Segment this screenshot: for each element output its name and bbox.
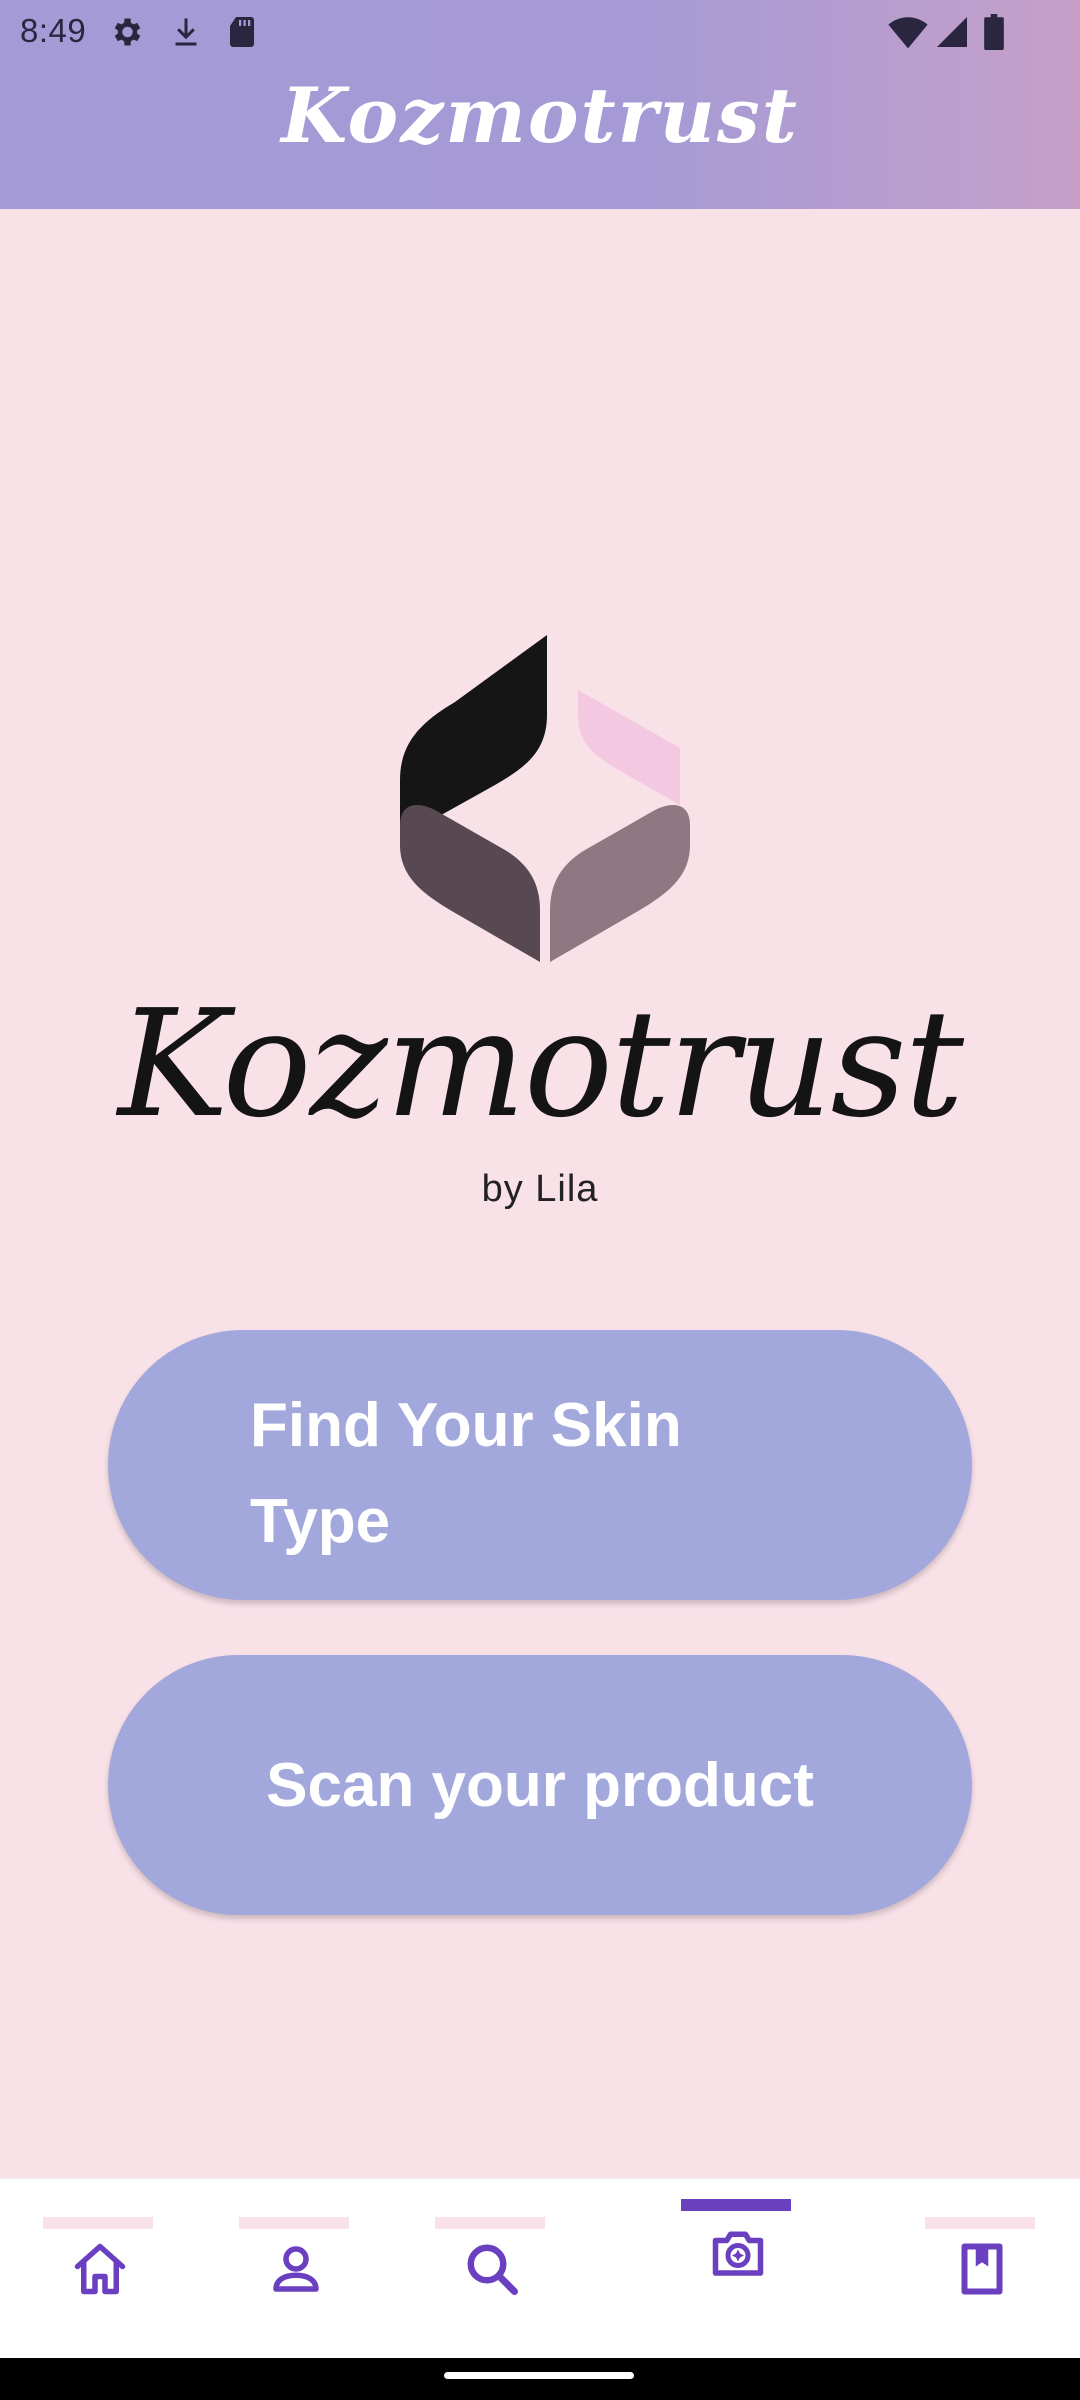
nav-item-home[interactable] [20, 2179, 180, 2359]
camera-scan-icon [712, 2231, 764, 2276]
brand-name: Kozmotrust [117, 978, 964, 1150]
top-app-bar: 8:49 Kozmotrust [0, 0, 1080, 209]
scan-product-label: Scan your product [266, 1750, 814, 1820]
profile-icon [273, 2246, 319, 2292]
gear-icon [108, 14, 144, 55]
sd-card-icon [224, 14, 260, 55]
kozmotrust-logo [400, 635, 690, 962]
signal-icon [934, 14, 970, 55]
find-skin-type-label: Find Your Skin Type [250, 1391, 682, 1556]
nav-indicator [43, 2217, 153, 2229]
wifi-icon [888, 14, 928, 55]
status-bar: 8:49 [0, 0, 1080, 64]
nav-item-search[interactable] [412, 2179, 572, 2359]
search-icon [467, 2244, 518, 2295]
system-navigation-bar [0, 2358, 1080, 2400]
nav-indicator [925, 2217, 1035, 2229]
home-icon [74, 2243, 126, 2295]
nav-item-saved[interactable] [902, 2179, 1062, 2359]
download-icon [168, 14, 204, 55]
gesture-handle[interactable] [444, 2372, 634, 2379]
nav-indicator [435, 2217, 545, 2229]
nav-item-scan[interactable] [658, 2179, 818, 2359]
battery-icon [982, 14, 1006, 55]
scan-product-button[interactable]: Scan your product [108, 1655, 972, 1915]
nav-indicator [239, 2217, 349, 2229]
bottom-navigation [0, 2178, 1080, 2359]
nav-indicator-active [681, 2199, 791, 2211]
status-time: 8:49 [20, 12, 87, 49]
nav-item-profile[interactable] [216, 2179, 376, 2359]
bookmark-book-icon [961, 2243, 1003, 2295]
find-skin-type-button[interactable]: Find Your Skin Type [108, 1330, 972, 1600]
brand-subtitle: by Lila [481, 1168, 599, 1210]
app-title: Kozmotrust [281, 71, 799, 160]
